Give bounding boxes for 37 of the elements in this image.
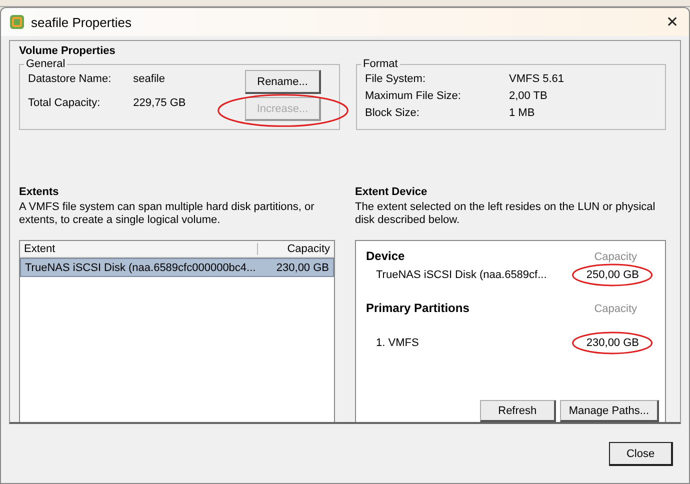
field-label: Maximum File Size: <box>365 90 462 102</box>
field-label: Total Capacity: <box>28 97 102 109</box>
section-heading: Extents <box>19 186 60 198</box>
button[interactable]: Rename... <box>245 70 321 94</box>
column-header[interactable]: Capacity <box>258 243 334 255</box>
column-label: Capacity <box>594 251 638 263</box>
field-value: seafile <box>133 73 166 85</box>
field-label: Datastore Name: <box>28 73 112 85</box>
close-button[interactable]: Close <box>609 442 673 466</box>
item-name: 1. VMFS <box>376 337 419 349</box>
description-text: The extent selected on the left resides on the LUN or physical disk described below. <box>355 201 656 227</box>
group-legend: General <box>24 58 68 70</box>
group-legend: Format <box>361 58 400 70</box>
section-title: Primary Partitions <box>366 301 470 315</box>
app-icon <box>9 14 25 30</box>
table-row[interactable]: TrueNAS iSCSI Disk (naa.6589cfc000000bc4... 230,00 GB <box>20 258 334 277</box>
section-title: Device <box>366 249 405 263</box>
description-text: A VMFS file system can span multiple hard disk partitions, or extents, to create a single logical volume. <box>19 201 316 227</box>
capacity-value: 250,00 GB <box>586 269 639 281</box>
field-label: Block Size: <box>365 107 420 119</box>
button[interactable]: Refresh <box>480 400 556 422</box>
window-title: seafile Properties <box>31 14 132 30</box>
table-cell-text: TrueNAS iSCSI Disk (naa.6589cfc000000bc4... <box>24 262 257 274</box>
column-label: Capacity <box>594 303 638 315</box>
item-name: TrueNAS iSCSI Disk (naa.6589cf... <box>376 269 547 281</box>
field-value: 229,75 GB <box>133 97 187 109</box>
field-value: VMFS 5.61 <box>509 73 566 85</box>
capacity-value: 230,00 GB <box>586 337 639 349</box>
column-header[interactable]: Extent <box>20 243 258 255</box>
table-cell-text: 230,00 GB <box>275 262 330 274</box>
button[interactable]: Manage Paths... <box>560 400 659 422</box>
section-heading: Volume Properties <box>19 45 116 57</box>
close-button[interactable]: ✕ <box>664 13 681 31</box>
section-heading: Extent Device <box>355 186 428 198</box>
field-label: File System: <box>365 73 427 85</box>
field-value: 2,00 TB <box>509 90 548 102</box>
field-value: 1 MB <box>509 107 536 119</box>
